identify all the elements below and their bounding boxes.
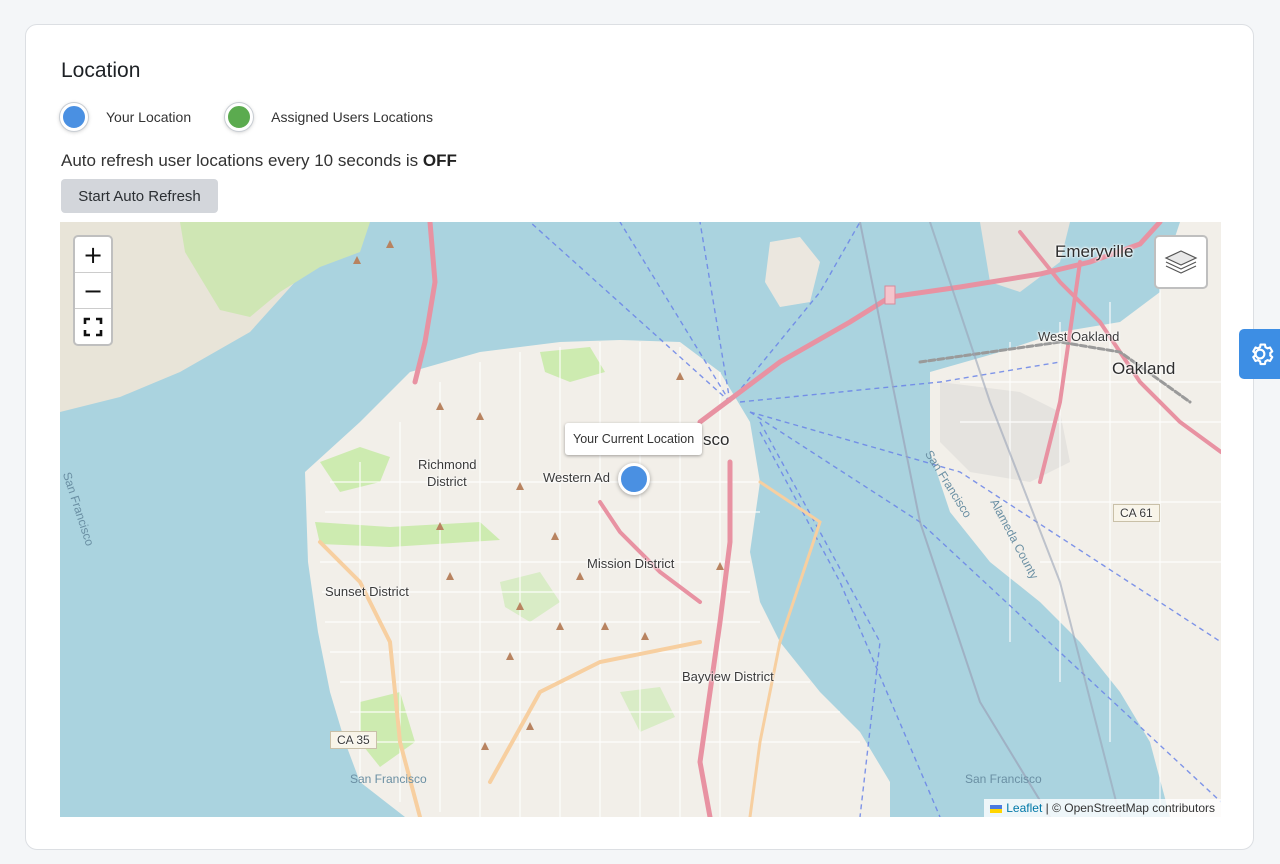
map-label-sf-bottom-left: San Francisco bbox=[350, 772, 427, 786]
map-label-west-oakland: West Oakland bbox=[1038, 329, 1120, 344]
ukraine-flag-icon bbox=[990, 804, 1003, 813]
attribution-text: | © OpenStreetMap contributors bbox=[1042, 801, 1215, 815]
map-attribution: Leaflet | © OpenStreetMap contributors bbox=[984, 799, 1221, 817]
map-label-ca-61: CA 61 bbox=[1113, 504, 1160, 522]
map-label-bayview-district: Bayview District bbox=[682, 669, 774, 684]
zoom-out-button[interactable]: − bbox=[75, 273, 111, 309]
map-label-emeryville: Emeryville bbox=[1055, 242, 1134, 261]
your-location-dot bbox=[60, 103, 88, 131]
map-label-sunset-district: Sunset District bbox=[325, 584, 409, 599]
auto-refresh-state: OFF bbox=[422, 151, 457, 170]
start-auto-refresh-button[interactable]: Start Auto Refresh bbox=[61, 179, 218, 213]
leaflet-link[interactable]: Leaflet bbox=[1006, 801, 1042, 815]
gear-icon bbox=[1251, 343, 1273, 366]
zoom-control: + − bbox=[73, 235, 113, 346]
map-container[interactable]: Emeryville West Oakland Oakland Richmond… bbox=[60, 222, 1221, 817]
map-legend: Your Location Assigned Users Locations bbox=[60, 100, 467, 134]
map-label-richmond: Richmond bbox=[418, 457, 477, 472]
map-label-mission-district: Mission District bbox=[587, 556, 675, 571]
legend-assigned-users-label: Assigned Users Locations bbox=[271, 109, 433, 125]
map-label-san-francisco: sco bbox=[703, 430, 730, 449]
map-label-richmond-district: District bbox=[427, 474, 467, 489]
map-label-western-addition: Western Ad bbox=[543, 470, 610, 485]
location-card: Location Your Location Assigned Users Lo… bbox=[25, 24, 1254, 850]
layers-icon bbox=[1164, 250, 1198, 274]
legend-your-location-label: Your Location bbox=[106, 109, 192, 125]
assigned-users-dot bbox=[225, 103, 254, 131]
fullscreen-icon bbox=[83, 317, 103, 336]
map-label-oakland: Oakland bbox=[1112, 359, 1176, 378]
map-label-ca-35: CA 35 bbox=[330, 731, 377, 749]
settings-button[interactable] bbox=[1239, 329, 1280, 379]
current-location-tooltip: Your Current Location bbox=[565, 423, 703, 455]
auto-refresh-status: Auto refresh user locations every 10 sec… bbox=[61, 151, 457, 171]
map-label-sf-bottom-right: San Francisco bbox=[965, 772, 1042, 786]
layers-button[interactable] bbox=[1154, 235, 1208, 289]
map-tiles bbox=[60, 222, 1221, 817]
zoom-in-button[interactable]: + bbox=[75, 237, 111, 273]
page-title: Location bbox=[61, 59, 141, 82]
fullscreen-button[interactable] bbox=[75, 309, 111, 344]
your-location-marker[interactable] bbox=[618, 463, 650, 495]
auto-refresh-text: Auto refresh user locations every 10 sec… bbox=[61, 151, 423, 170]
